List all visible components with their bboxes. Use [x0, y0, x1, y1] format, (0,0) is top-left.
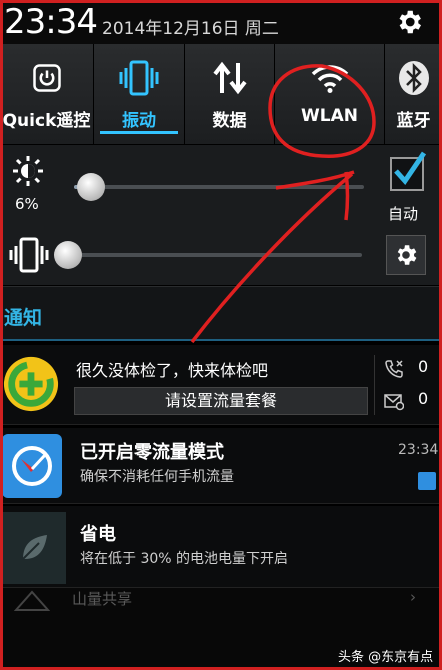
settings-gear-icon[interactable] — [394, 7, 424, 37]
unread-messages[interactable]: 0 — [384, 389, 440, 413]
power-button-icon — [32, 64, 61, 92]
vibration-intensity-icon — [9, 237, 49, 273]
share-triangle-icon — [14, 590, 50, 611]
missed-calls-count: 0 — [418, 357, 429, 376]
notification-zero-traffic[interactable]: 已开启零流量模式 确保不消耗任何手机流量 23:34 — [0, 428, 442, 504]
toggle-label: 振动 — [122, 111, 156, 131]
set-data-plan-button[interactable]: 请设置流量套餐 — [74, 387, 368, 415]
status-header: 23:34 2014年12月16日 周二 — [0, 0, 442, 44]
header-divider — [0, 339, 442, 341]
gear-icon — [397, 245, 417, 265]
clock: 23:34 — [4, 2, 98, 42]
missed-calls[interactable]: 0 — [384, 357, 440, 381]
toggle-vibrate[interactable]: 振动 — [94, 44, 185, 144]
watermark: 头条 @东京有点冷 — [338, 650, 434, 670]
brightness-slider[interactable] — [74, 173, 364, 201]
toggle-label: Quick遥控 — [2, 111, 91, 131]
wifi-icon — [311, 65, 348, 93]
active-indicator — [100, 131, 178, 134]
toggle-bluetooth[interactable]: 蓝牙 — [385, 44, 442, 144]
auto-brightness-checkbox[interactable] — [390, 151, 427, 191]
chevron-right-icon: › — [410, 588, 416, 606]
notification-security[interactable]: 很久没体检了，快来体检吧 请设置流量套餐 0 0 — [0, 345, 442, 425]
checkmark-icon — [394, 151, 427, 186]
background-item-label: 山量共享 — [72, 590, 133, 608]
message-icon — [384, 394, 404, 411]
security-app-icon — [3, 356, 59, 412]
vibration-slider-thumb[interactable] — [54, 241, 82, 269]
settings-button[interactable] — [386, 235, 426, 275]
speedometer-icon — [12, 446, 52, 486]
notification-text: 很久没体检了，快来体检吧 — [76, 361, 269, 380]
toggle-quick-remote[interactable]: Quick遥控 — [0, 44, 94, 144]
notifications-header: 通知 — [0, 286, 442, 341]
toggle-label: WLAN — [301, 106, 358, 126]
small-app-badge-icon — [418, 472, 436, 490]
toggle-label: 数据 — [212, 111, 247, 131]
toggle-wlan[interactable]: WLAN — [275, 44, 385, 144]
auto-brightness-label: 自动 — [388, 205, 419, 223]
brightness-sun-icon — [13, 156, 43, 186]
brightness-percent: 6% — [15, 195, 39, 213]
date-label: 2014年12月16日 周二 — [102, 19, 279, 39]
brightness-slider-thumb[interactable] — [77, 173, 106, 201]
power-saving-app-icon — [2, 512, 66, 584]
notification-subtitle: 确保不消耗任何手机流量 — [80, 469, 234, 485]
notification-title: 已开启零流量模式 — [80, 442, 224, 463]
traffic-app-icon — [2, 434, 62, 498]
notifications-title: 通知 — [4, 307, 43, 329]
toggle-label: 蓝牙 — [396, 111, 431, 131]
bluetooth-icon — [398, 61, 429, 95]
quick-settings-row: Quick遥控 振动 数据 WLAN 蓝牙 — [0, 44, 442, 144]
data-arrows-icon — [212, 61, 247, 95]
unread-messages-count: 0 — [418, 389, 429, 408]
notification-subtitle: 将在低于 30% 的电池电量下开启 — [80, 551, 289, 567]
vibration-slider[interactable] — [54, 241, 362, 269]
notification-title: 省电 — [80, 524, 116, 545]
notification-power-saving[interactable]: 省电 将在低于 30% 的电池电量下开启 — [0, 506, 442, 588]
notification-time: 23:34 — [398, 442, 439, 458]
toggle-data[interactable]: 数据 — [185, 44, 275, 144]
vibrate-phone-icon — [119, 60, 159, 96]
vibration-row — [0, 225, 442, 285]
vertical-divider — [374, 355, 375, 415]
brightness-row: 6% 自动 — [0, 145, 442, 225]
phone-call-icon — [385, 360, 403, 378]
leaf-icon — [22, 535, 47, 560]
